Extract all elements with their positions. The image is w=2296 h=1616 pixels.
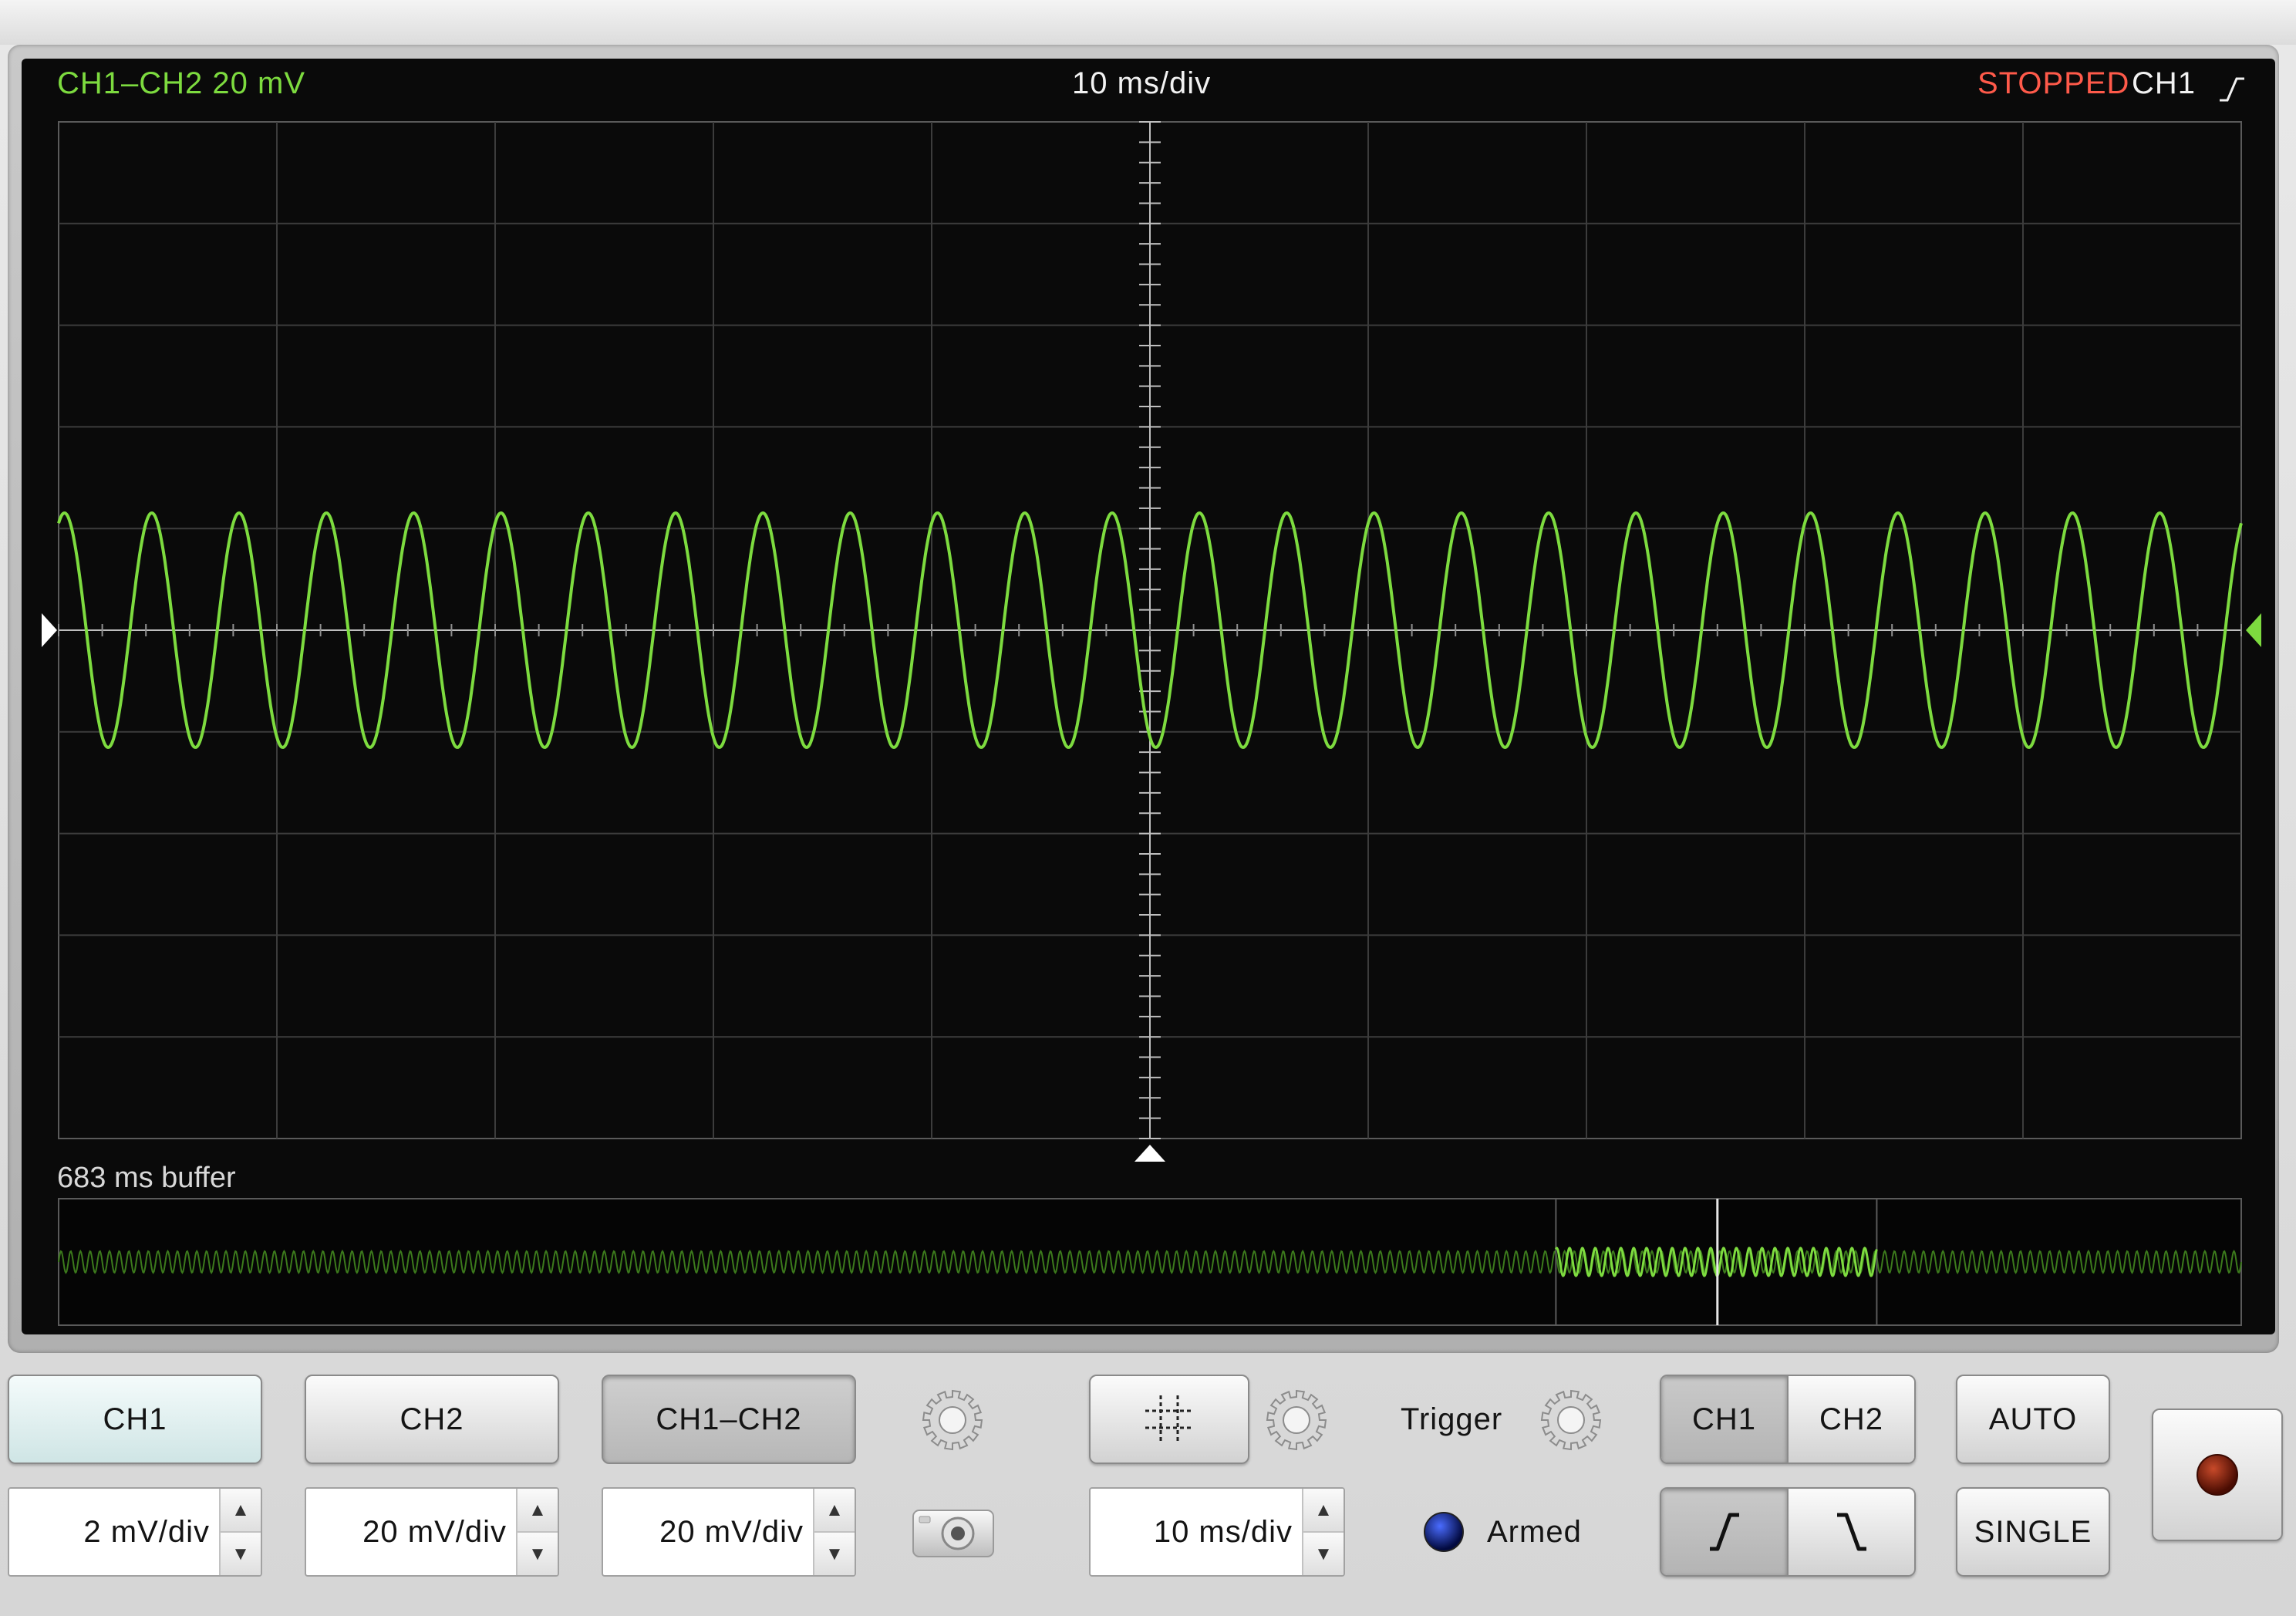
increase-icon[interactable]: ▲ [221, 1489, 261, 1531]
trigger-source-ch2[interactable]: CH2 [1787, 1376, 1914, 1462]
camera-icon [912, 1510, 994, 1557]
camera-button[interactable] [910, 1503, 996, 1561]
ch2-button[interactable]: CH2 [305, 1375, 559, 1464]
single-button[interactable]: SINGLE [1956, 1487, 2110, 1577]
single-button-label: SINGLE [1974, 1514, 2092, 1549]
ch2-button-label: CH2 [400, 1402, 464, 1436]
decrease-icon[interactable]: ▼ [814, 1531, 855, 1575]
ch2-scale-stepper[interactable]: 20 mV/div ▲ ▼ [305, 1487, 559, 1577]
trigger-level-marker-icon [2246, 613, 2261, 647]
record-button[interactable] [2152, 1409, 2283, 1541]
cursor-crosshair-icon [1145, 1395, 1193, 1443]
ch1-ch2-button-label: CH1–CH2 [656, 1402, 802, 1436]
increase-icon[interactable]: ▲ [518, 1489, 558, 1531]
trigger-position-marker-icon [1135, 1145, 1165, 1162]
trigger-source-ch1[interactable]: CH1 [1661, 1376, 1787, 1462]
ground-level-marker-icon [42, 613, 57, 647]
decrease-icon[interactable]: ▼ [1303, 1531, 1344, 1575]
trigger-slope-selector[interactable] [1660, 1487, 1916, 1577]
falling-slope-option[interactable] [1787, 1489, 1914, 1575]
window-top-bar [0, 0, 2296, 45]
gear-icon[interactable] [1536, 1385, 1606, 1455]
scope-graticule [42, 121, 2261, 1326]
increase-icon[interactable]: ▲ [1303, 1489, 1344, 1531]
ch2-scale-value[interactable]: 20 mV/div [306, 1489, 516, 1575]
diff-scale-stepper[interactable]: 20 mV/div ▲ ▼ [602, 1487, 856, 1577]
trigger-label: Trigger [1401, 1402, 1503, 1436]
scope-display: CH1–CH2 20 mV 10 ms/div STOPPED CH1 683 … [22, 59, 2275, 1334]
armed-indicator-icon [1421, 1509, 1467, 1555]
ch1-scale-value[interactable]: 2 mV/div [9, 1489, 219, 1575]
buffer-label: 683 ms buffer [57, 1162, 236, 1194]
gear-icon[interactable] [918, 1385, 987, 1455]
auto-button-label: AUTO [1988, 1402, 2078, 1436]
rising-slope-option[interactable] [1661, 1489, 1787, 1575]
trigger-source-selector[interactable]: CH1 CH2 [1660, 1375, 1916, 1464]
decrease-icon[interactable]: ▼ [518, 1531, 558, 1575]
ch1-ch2-button[interactable]: CH1–CH2 [602, 1375, 856, 1464]
timebase-stepper[interactable]: 10 ms/div ▲ ▼ [1089, 1487, 1345, 1577]
falling-edge-icon [1836, 1513, 1866, 1551]
ch1-button-label: CH1 [103, 1402, 167, 1436]
ch1-scale-stepper[interactable]: 2 mV/div ▲ ▼ [8, 1487, 262, 1577]
record-icon [2197, 1454, 2238, 1496]
rising-edge-icon [1709, 1513, 1739, 1551]
auto-button[interactable]: AUTO [1956, 1375, 2110, 1464]
diff-scale-value[interactable]: 20 mV/div [603, 1489, 813, 1575]
timebase-value[interactable]: 10 ms/div [1091, 1489, 1302, 1575]
armed-label: Armed [1487, 1514, 1582, 1549]
gear-icon[interactable] [1262, 1385, 1331, 1455]
ch1-button[interactable]: CH1 [8, 1375, 262, 1464]
increase-icon[interactable]: ▲ [814, 1489, 855, 1531]
cursor-button[interactable] [1089, 1375, 1249, 1464]
decrease-icon[interactable]: ▼ [221, 1531, 261, 1575]
